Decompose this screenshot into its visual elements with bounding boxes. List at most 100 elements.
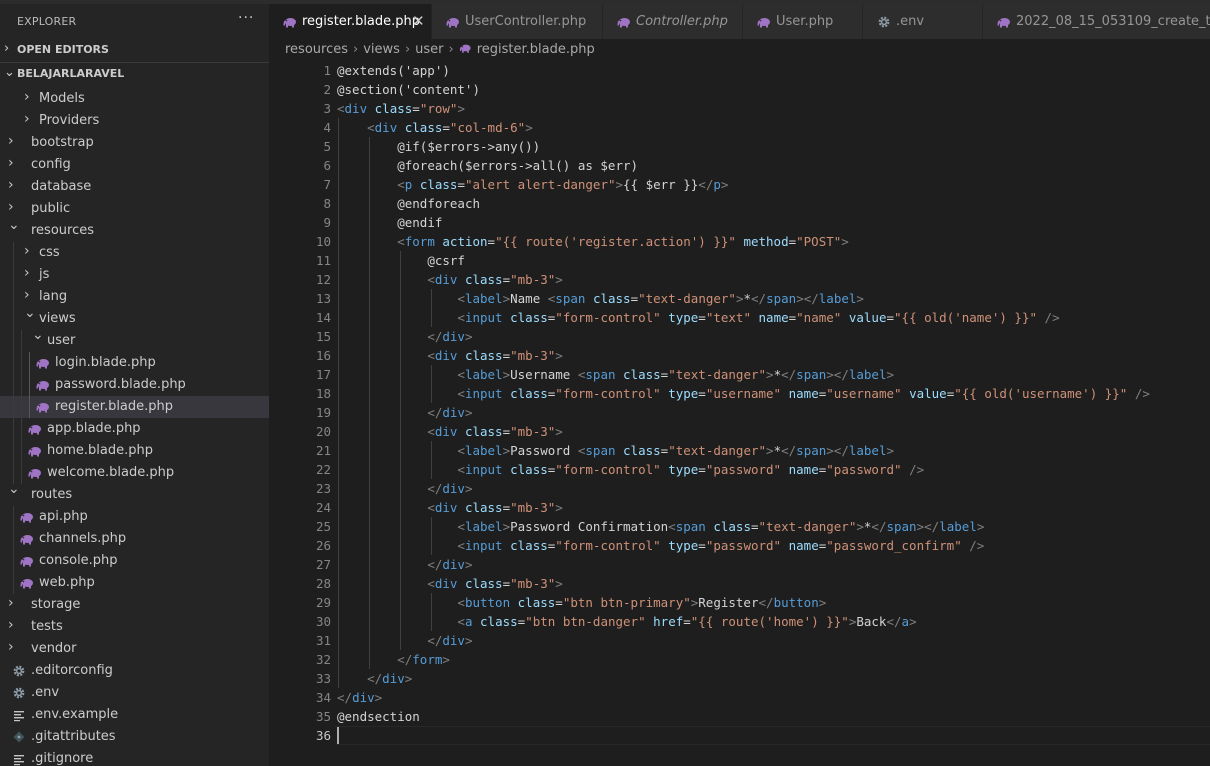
tab-controller-php[interactable]: Controller.php — [603, 4, 743, 39]
tab-register-blade-php[interactable]: register.blade.php ✕ — [269, 4, 432, 39]
breadcrumb-item[interactable]: views — [363, 42, 400, 57]
project-section[interactable]: ⌄ BELAJARLARAVEL — [0, 62, 269, 85]
code-line[interactable]: @foreach($errors->all() as $err) — [337, 156, 638, 175]
code-line[interactable]: </div> — [337, 688, 382, 707]
file-home-blade-php[interactable]: home.blade.php — [0, 440, 269, 462]
code-line[interactable]: @extends('app') — [337, 61, 450, 80]
code-token: label — [818, 291, 857, 306]
folder-resources[interactable]: ⌄ resources — [0, 217, 269, 242]
file-web-php[interactable]: web.php — [0, 572, 269, 594]
code-line[interactable]: <div class="mb-3"> — [337, 346, 563, 365]
code-line[interactable]: </form> — [337, 650, 450, 669]
code-line[interactable]: @endforeach — [337, 194, 480, 213]
code-line[interactable]: <form action="{{ route('register.action'… — [337, 232, 849, 251]
code-line[interactable]: @csrf — [337, 251, 465, 270]
code-line[interactable]: </div> — [337, 555, 472, 574]
code-token: class — [623, 367, 661, 382]
folder-user[interactable]: ⌄ user — [0, 327, 269, 352]
folder-bootstrap[interactable]: › bootstrap — [0, 132, 269, 154]
code-line[interactable]: @endif — [337, 213, 442, 232]
code-line[interactable]: <label>Name <span class="text-danger">*<… — [337, 289, 864, 308]
code-line[interactable]: @section('content') — [337, 80, 480, 99]
code-line[interactable]: <div class="col-md-6"> — [337, 118, 533, 137]
code-token: @if($errors->any()) — [397, 139, 541, 154]
tab--env[interactable]: .env — [863, 4, 983, 39]
code-token: = — [555, 595, 563, 610]
code-token: {{ $err }} — [623, 177, 699, 192]
file-icon-wrap — [12, 686, 25, 700]
file-password-blade-php[interactable]: password.blade.php — [0, 374, 269, 396]
code-token: > — [555, 424, 563, 439]
code-token: * — [773, 443, 782, 458]
folder-public[interactable]: › public — [0, 198, 269, 220]
tab-user-php[interactable]: User.php — [743, 4, 863, 39]
code-line[interactable]: </div> — [337, 327, 472, 346]
file-login-blade-php[interactable]: login.blade.php — [0, 352, 269, 374]
code-line[interactable]: </div> — [337, 669, 412, 688]
folder-providers[interactable]: › Providers — [0, 110, 269, 132]
breadcrumb-item[interactable]: resources — [285, 42, 348, 57]
code-line[interactable]: <label>Password Confirmation<span class=… — [337, 517, 984, 536]
code-line[interactable]: </div> — [337, 403, 472, 422]
more-actions-icon[interactable]: ··· — [238, 10, 254, 26]
code-line[interactable]: <label>Password <span class="text-danger… — [337, 441, 894, 460]
folder-tests[interactable]: › tests — [0, 616, 269, 638]
file-channels-php[interactable]: channels.php — [0, 528, 269, 550]
code-line[interactable]: <div class="mb-3"> — [337, 270, 563, 289]
tab-usercontroller-php[interactable]: UserController.php — [432, 4, 603, 39]
code-line[interactable]: <input class="form-control" type="text" … — [337, 308, 1059, 327]
file-gitignore[interactable]: .gitignore — [0, 748, 269, 766]
code-token: "btn btn-danger" — [525, 614, 646, 629]
code-line[interactable]: @if($errors->any()) — [337, 137, 540, 156]
tab-label: .env — [896, 14, 925, 29]
folder-storage[interactable]: › storage — [0, 594, 269, 616]
code-line[interactable]: <input class="form-control" type="userna… — [337, 384, 1150, 403]
code-line[interactable]: <input class="form-control" type="passwo… — [337, 536, 984, 555]
folder-database[interactable]: › database — [0, 176, 269, 198]
line-number: 3 — [323, 101, 331, 116]
file-app-blade-php[interactable]: app.blade.php — [0, 418, 269, 440]
code-line[interactable]: </div> — [337, 631, 472, 650]
code-line[interactable]: </div> — [337, 479, 472, 498]
file-env[interactable]: .env — [0, 682, 269, 704]
code-line[interactable]: <input class="form-control" type="passwo… — [337, 460, 924, 479]
code-line[interactable]: <label>Username <span class="text-danger… — [337, 365, 894, 384]
code-line[interactable]: <div class="mb-3"> — [337, 422, 563, 441]
file-register-blade-php[interactable]: register.blade.php — [0, 396, 269, 418]
code-line[interactable]: <button class="btn btn-primary">Register… — [337, 593, 826, 612]
file-welcome-blade-php[interactable]: welcome.blade.php — [0, 462, 269, 484]
tab-2022-08-15-053109-create-tb-users[interactable]: 2022_08_15_053109_create_tb_users — [983, 4, 1210, 39]
code-line[interactable]: <p class="alert alert-danger">{{ $err }}… — [337, 175, 728, 194]
breadcrumb-item[interactable]: user — [415, 42, 443, 57]
close-icon[interactable]: ✕ — [412, 12, 425, 30]
file-gitattributes[interactable]: .gitattributes — [0, 726, 269, 748]
code-token: </ — [427, 633, 443, 648]
breadcrumb-item[interactable]: register.blade.php — [477, 42, 595, 57]
code-line[interactable]: <div class="row"> — [337, 99, 465, 118]
code-line[interactable]: <div class="mb-3"> — [337, 574, 563, 593]
code-editor[interactable]: 1 @extends('app') 2 @section('content') 3 <di… — [269, 60, 1210, 766]
open-editors-section[interactable]: › OPEN EDITORS — [0, 39, 269, 61]
folder-models[interactable]: › Models — [0, 88, 269, 110]
folder-routes[interactable]: ⌄ routes — [0, 481, 269, 506]
file-editorconfig[interactable]: .editorconfig — [0, 660, 269, 682]
tree-item-label: user — [47, 333, 76, 348]
folder-js[interactable]: › js — [0, 264, 269, 286]
file-api-php[interactable]: api.php — [0, 506, 269, 528]
folder-vendor[interactable]: › vendor — [0, 638, 269, 660]
chevron-right-icon: › — [8, 595, 14, 611]
code-token: </ — [698, 177, 714, 192]
code-line[interactable]: <a class="btn btn-danger" href="{{ route… — [337, 612, 916, 631]
code-token: > — [555, 348, 563, 363]
file-console-php[interactable]: console.php — [0, 550, 269, 572]
folder-css[interactable]: › css — [0, 242, 269, 264]
folder-config[interactable]: › config — [0, 154, 269, 176]
code-token: < — [427, 500, 435, 515]
code-line[interactable]: @endsection — [337, 707, 420, 726]
code-line[interactable]: <div class="mb-3"> — [337, 498, 563, 517]
file-env-example[interactable]: .env.example — [0, 704, 269, 726]
folder-lang[interactable]: › lang — [0, 286, 269, 308]
